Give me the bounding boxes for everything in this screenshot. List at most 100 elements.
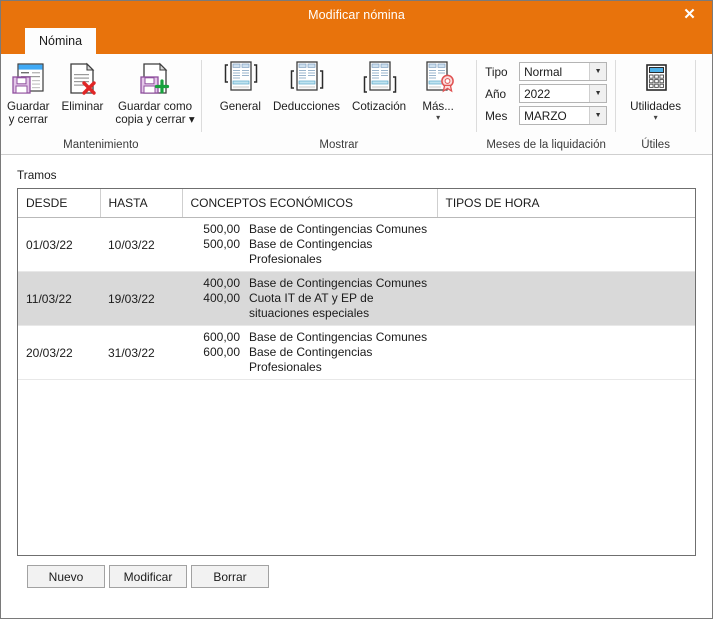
guardar-y-cerrar-label: Guardar y cerrar [7, 100, 50, 126]
cell-conceptos: 600,00 Base de Contingencias Comunes 600,0… [182, 325, 437, 380]
tab-nomina[interactable]: Nómina [25, 28, 97, 54]
delete-document-icon [63, 59, 101, 99]
table-body: 01/03/22 10/03/22 500,00 Base de Contingenc… [18, 217, 695, 380]
ribbon-group-label-meses: Meses de la liquidación [486, 139, 606, 151]
deducciones-label: Deducciones [272, 100, 340, 113]
tramos-table-container[interactable]: DESDE HASTA CONCEPTOS ECONÓMICOS TIPOS D… [17, 188, 696, 556]
concepto-line: 500,00 Base de Contingencias Profesionale… [190, 237, 429, 267]
field-row-tipo: Tipo Normal ▼ [485, 62, 608, 81]
concepto-amount: 500,00 [203, 237, 240, 251]
concepto-amount: 600,00 [203, 330, 240, 344]
tipo-label: Tipo [485, 64, 508, 79]
general-document-icon [220, 59, 260, 99]
cell-conceptos: 500,00 Base de Contingencias Comunes 500,0… [182, 217, 437, 272]
cell-desde: 11/03/22 [18, 271, 100, 326]
column-header-hasta[interactable]: HASTA [100, 189, 183, 218]
utilidades-button[interactable]: Utilidades ▾ [624, 57, 687, 122]
mas-label: Más... [422, 100, 454, 113]
ribbon-group-mostrar: General Deducciones Cotización Más... ▾ … [202, 54, 476, 154]
tramos-table: DESDE HASTA CONCEPTOS ECONÓMICOS TIPOS D… [18, 189, 695, 380]
liquidation-fields: Tipo Normal ▼ Año 2022 ▼ Mes MARZO ▼ [477, 57, 615, 125]
concepto-description: Base de Contingencias Profesionales [249, 345, 373, 374]
modificar-button[interactable]: Modificar [109, 565, 187, 588]
guardar-y-cerrar-button[interactable]: Guardar y cerrar [1, 57, 56, 126]
table-row[interactable]: 11/03/22 19/03/22 400,00 Base de Contingenc… [18, 271, 695, 326]
concepto-description: Cuota IT de AT y EP de situaciones espec… [249, 291, 374, 320]
eliminar-button[interactable]: Eliminar [56, 57, 110, 113]
borrar-button[interactable]: Borrar [191, 565, 269, 588]
cotizacion-button[interactable]: Cotización [346, 57, 412, 113]
deductions-document-icon [286, 59, 326, 99]
guardar-como-copia-button[interactable]: Guardar como copia y cerrar ▾ [109, 57, 200, 126]
column-header-conceptos[interactable]: CONCEPTOS ECONÓMICOS [182, 189, 438, 218]
field-row-mes: Mes MARZO ▼ [485, 106, 608, 125]
cell-desde: 20/03/22 [18, 325, 100, 380]
window-title: Modificar nómina [308, 7, 405, 22]
chevron-down-icon[interactable]: ▾ [654, 114, 658, 122]
cotizacion-label: Cotización [351, 100, 407, 113]
cell-hasta: 31/03/22 [100, 325, 182, 380]
mes-value: MARZO [524, 108, 567, 123]
cell-hasta: 19/03/22 [100, 271, 182, 326]
concepto-description: Base de Contingencias Comunes [249, 330, 428, 344]
chevron-down-icon[interactable]: ▼ [589, 85, 607, 102]
chevron-down-icon[interactable]: ▼ [589, 107, 607, 124]
ribbon-group-mantenimiento: Guardar y cerrar Eliminar Guardar como c… [1, 54, 201, 154]
ribbon-group-utiles: Utilidades ▾ Útiles [616, 54, 695, 154]
ano-value: 2022 [524, 86, 551, 101]
deducciones-button[interactable]: Deducciones [267, 57, 346, 113]
title-bar: Modificar nómina ✕ [1, 1, 712, 28]
guardar-como-copia-label: Guardar como copia y cerrar ▾ [115, 100, 195, 126]
tipo-select[interactable]: Normal ▼ [519, 62, 608, 81]
table-row[interactable]: 01/03/22 10/03/22 500,00 Base de Contingenc… [18, 217, 695, 272]
mes-label: Mes [485, 108, 508, 123]
ano-label: Año [485, 86, 507, 101]
column-header-desde[interactable]: DESDE [18, 189, 101, 218]
modificar-nomina-window: Modificar nómina ✕ Nómina Guardar y cerr… [0, 0, 713, 619]
general-button[interactable]: General [214, 57, 267, 113]
calculator-icon [638, 59, 674, 99]
concepto-amount: 500,00 [203, 222, 240, 236]
concepto-amount: 400,00 [203, 291, 240, 305]
close-icon[interactable]: ✕ [667, 1, 712, 28]
action-button-row: Nuevo Modificar Borrar [17, 556, 696, 588]
cell-desde: 01/03/22 [18, 217, 100, 272]
eliminar-label: Eliminar [61, 100, 104, 113]
field-row-ano: Año 2022 ▼ [485, 84, 608, 103]
table-empty-area [18, 380, 695, 555]
ribbon-group-label-mostrar: Mostrar [319, 139, 359, 151]
table-row[interactable]: 20/03/22 31/03/22 600,00 Base de Contingenc… [18, 325, 695, 380]
chevron-down-icon[interactable]: ▾ [436, 114, 440, 122]
ribbon-group-label-utiles: Útiles [641, 139, 670, 151]
main-content: Tramos DESDE HASTA CONCEPTOS ECONÓMICOS … [1, 155, 712, 618]
cell-hasta: 10/03/22 [100, 217, 182, 272]
save-copy-icon [136, 59, 174, 99]
concepto-amount: 600,00 [203, 345, 240, 359]
ribbon-group-label-mantenimiento: Mantenimiento [63, 139, 139, 151]
cell-tipos-de-hora [437, 271, 695, 326]
save-and-close-icon [9, 59, 47, 99]
concepto-line: 600,00 Base de Contingencias Profesionale… [190, 345, 429, 375]
cell-conceptos: 400,00 Base de Contingencias Comunes 400,0… [182, 271, 437, 326]
ribbon: Guardar y cerrar Eliminar Guardar como c… [1, 54, 712, 155]
concepto-line: 400,00 Base de Contingencias Comunes [190, 276, 429, 291]
column-header-tipos-de-hora[interactable]: TIPOS DE HORA [437, 189, 695, 218]
nuevo-button[interactable]: Nuevo [27, 565, 105, 588]
more-seal-document-icon [418, 59, 458, 99]
concepto-description: Base de Contingencias Profesionales [249, 237, 373, 266]
concepto-description: Base de Contingencias Comunes [249, 222, 428, 236]
cell-tipos-de-hora [437, 325, 695, 380]
chevron-down-icon[interactable]: ▼ [589, 63, 607, 80]
utilidades-label: Utilidades [630, 100, 682, 113]
table-header: DESDE HASTA CONCEPTOS ECONÓMICOS TIPOS D… [18, 189, 695, 218]
mes-select[interactable]: MARZO ▼ [519, 106, 608, 125]
table-header-row: DESDE HASTA CONCEPTOS ECONÓMICOS TIPOS D… [18, 189, 695, 218]
ano-select[interactable]: 2022 ▼ [519, 84, 608, 103]
concepto-amount: 400,00 [203, 276, 240, 290]
contribution-document-icon [359, 59, 399, 99]
concepto-line: 500,00 Base de Contingencias Comunes [190, 222, 429, 237]
cell-tipos-de-hora [437, 217, 695, 272]
general-label: General [219, 100, 261, 113]
concepto-description: Base de Contingencias Comunes [249, 276, 428, 290]
mas-button[interactable]: Más... ▾ [412, 57, 464, 122]
